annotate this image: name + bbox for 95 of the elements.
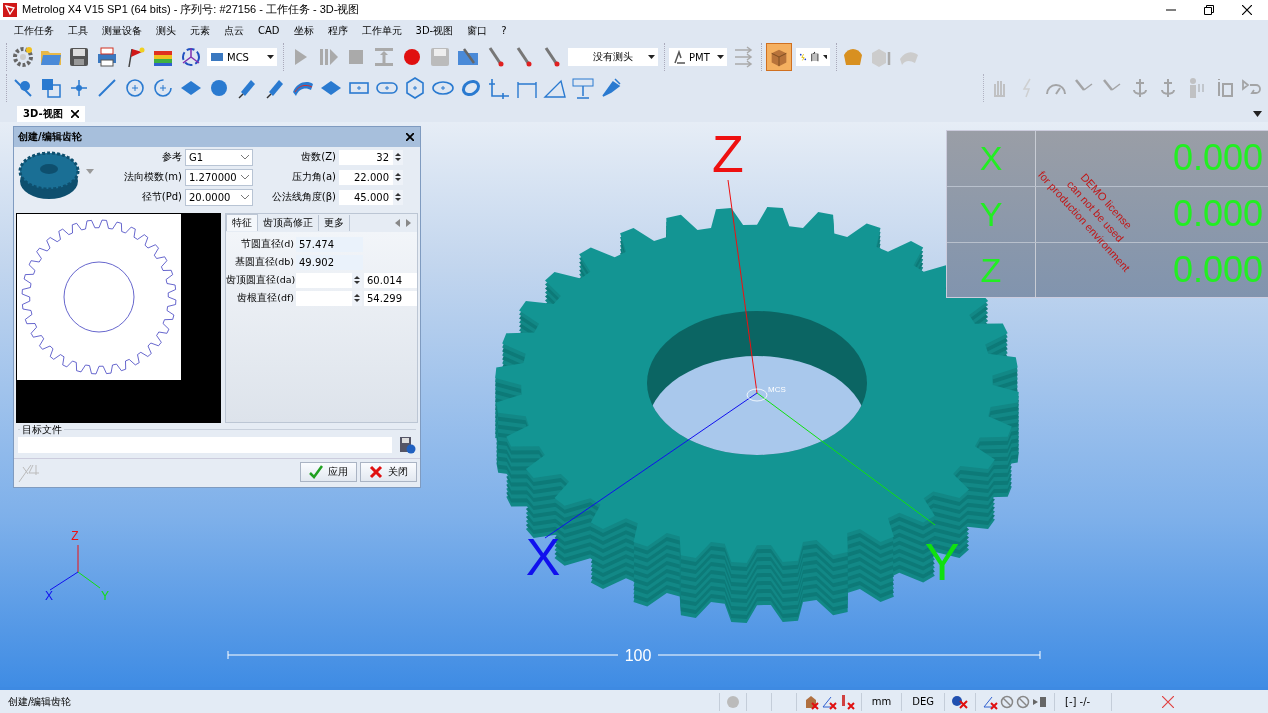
property-value: 49.902 [296, 254, 363, 270]
chevron-down-icon [241, 194, 249, 200]
cross-icon [369, 464, 383, 479]
scroll-right-icon[interactable] [406, 218, 411, 227]
property-value: 54.299 [364, 290, 417, 306]
close-icon[interactable] [70, 109, 79, 118]
window-title: Metrolog X4 V15 SP1 (64 bits) - 序列号: #27156 - 工作任务 - 3D-视图 [22, 2, 360, 18]
unit-indicator[interactable]: mm [860, 692, 902, 711]
caret-icon [823, 55, 827, 60]
field-label: 径节(Pd) [140, 190, 182, 205]
checkmark-icon [309, 464, 323, 479]
view-tab[interactable]: 3D-视图 [17, 105, 85, 122]
property-label: 节圆直径(d) [239, 237, 294, 251]
axis-label: X [947, 130, 1036, 186]
field-label: 齿数(Z) [300, 150, 336, 165]
shaded-view-button[interactable] [766, 43, 792, 72]
origin-marker-icon [746, 388, 768, 402]
menu-item[interactable]: ? [501, 25, 507, 37]
corner-tool-icon[interactable] [487, 76, 511, 101]
machine-icon [672, 50, 686, 65]
restore-icon[interactable] [1204, 4, 1214, 15]
menu-item[interactable]: 程序 [327, 23, 348, 38]
origin-label: MCS [768, 384, 786, 394]
prohibited-icon[interactable] [1016, 694, 1030, 709]
number-spinner[interactable]: 22.000 [339, 169, 403, 185]
caret-icon [648, 55, 655, 60]
dialog-title: 创建/编辑齿轮 [18, 129, 82, 144]
prohibited-icon[interactable] [1000, 694, 1014, 709]
property-value: 60.014 [364, 272, 417, 288]
field-label: 压力角(a) [291, 170, 336, 185]
menu-item[interactable]: 工作任务 [14, 23, 54, 38]
value-dropdown[interactable]: 1.270000 [185, 168, 253, 186]
caret-icon [267, 55, 274, 60]
close-icon[interactable] [1242, 4, 1252, 15]
scale-label: 100 [624, 646, 652, 664]
menu-item[interactable]: 3D-视图 [415, 23, 454, 38]
number-spinner[interactable] [296, 290, 362, 306]
status-message: 创建/编辑齿轮 [7, 694, 72, 709]
axis-label: X [525, 527, 561, 586]
menu-item[interactable]: 窗口 [467, 23, 488, 38]
menu-item[interactable]: 测头 [156, 23, 176, 38]
gear-icon[interactable] [11, 45, 35, 70]
axis-label: Y [924, 532, 960, 591]
field-label: 公法线角度(β) [270, 190, 336, 205]
hex-tool-icon[interactable] [403, 76, 427, 101]
property-tab[interactable]: 更多 [319, 214, 350, 231]
menu-item[interactable]: 元素 [190, 23, 210, 38]
menu-item[interactable]: 测量设备 [102, 23, 142, 38]
chevron-down-icon [241, 174, 249, 180]
angle-unit-indicator[interactable]: DEG [901, 692, 944, 711]
property-tab[interactable]: 特征 [226, 214, 258, 232]
save-file-icon[interactable] [398, 435, 416, 454]
property-tab[interactable]: 齿顶高修正 [258, 214, 319, 231]
value-dropdown[interactable]: 20.0000 [185, 188, 253, 206]
axis-label: Y [101, 588, 109, 603]
menu-item[interactable]: 工作单元 [361, 23, 402, 38]
probe-dropdown[interactable]: 没有测头 [568, 48, 658, 67]
copy-tool-icon[interactable] [39, 76, 63, 101]
axis-label: Y [947, 186, 1036, 242]
mode-dropdown[interactable]: 自 [796, 48, 830, 67]
menu-item[interactable]: 坐标 [293, 23, 314, 38]
file-path-field[interactable] [18, 436, 392, 453]
number-spinner[interactable]: 32 [339, 149, 403, 165]
close-button[interactable]: 关闭 [360, 461, 417, 482]
caret-icon[interactable] [1253, 110, 1262, 117]
axis-label: Z [947, 242, 1036, 297]
menu-item[interactable]: CAD [258, 25, 280, 37]
chevron-down-icon [241, 154, 249, 160]
number-spinner[interactable] [296, 272, 362, 288]
coordinate-value: 0.000 [1172, 192, 1264, 237]
menu-item[interactable]: 工具 [68, 23, 88, 38]
gdt-tool-icon[interactable] [571, 76, 595, 101]
property-label: 齿根直径(df) [236, 291, 294, 305]
axis-label: X [45, 588, 53, 603]
field-label: 参考 [161, 150, 182, 165]
scroll-left-icon[interactable] [395, 218, 400, 227]
property-value: 57.474 [296, 236, 363, 252]
caret-icon [717, 55, 724, 60]
field-label: 法向模数(m) [123, 170, 182, 185]
point-counter: [-] -/- [1054, 692, 1111, 711]
3d-viewport[interactable] [0, 121, 1268, 688]
number-spinner[interactable]: 45.000 [339, 189, 403, 205]
property-label: 基圆直径(db) [233, 255, 294, 269]
axis-label: Z [712, 124, 744, 183]
property-label: 齿顶圆直径(da) [226, 273, 294, 287]
axis-label: Z [71, 528, 79, 543]
apply-button[interactable]: 应用 [300, 461, 357, 482]
printer-icon[interactable] [95, 45, 119, 70]
close-icon[interactable] [406, 132, 414, 141]
coordinate-value: 0.000 [1172, 248, 1264, 293]
value-dropdown[interactable]: G1 [185, 148, 253, 166]
coordinate-value: 0.000 [1172, 136, 1264, 181]
machine-dropdown[interactable]: PMT [669, 48, 727, 67]
coordinate-system-dropdown[interactable]: MCS [207, 48, 277, 67]
menu-item[interactable]: 点云 [224, 23, 244, 38]
